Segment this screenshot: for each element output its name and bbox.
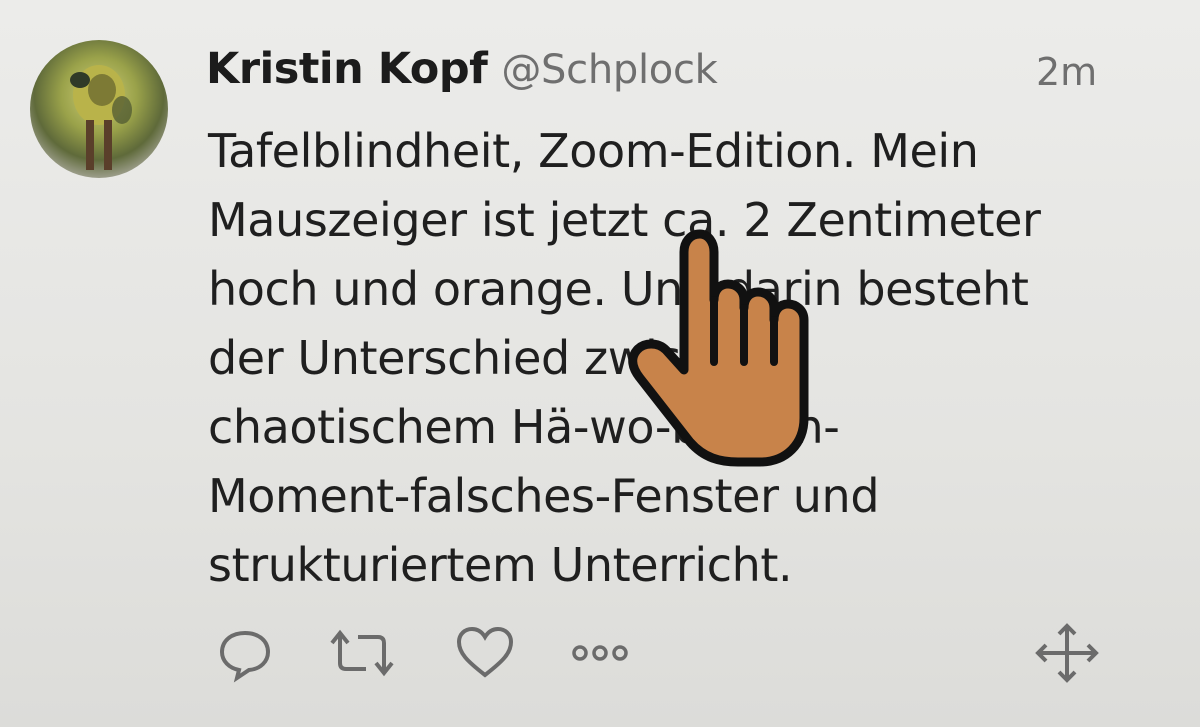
reply-button[interactable] (210, 620, 280, 686)
tweet-screen: Kristin Kopf @Schplock 2m Tafelblindheit… (0, 0, 1200, 727)
avatar[interactable] (30, 40, 168, 178)
retweet-icon (330, 629, 394, 677)
reply-icon (219, 630, 271, 683)
heart-icon (456, 626, 514, 678)
move-icon (1035, 623, 1099, 683)
more-button[interactable] (565, 620, 635, 686)
avatar-image (70, 65, 132, 170)
like-button[interactable] (450, 620, 520, 686)
timestamp[interactable]: 2m (1036, 50, 1097, 94)
retweet-button[interactable] (322, 620, 402, 686)
author-name[interactable]: Kristin Kopf (206, 44, 488, 94)
author-handle[interactable]: @Schplock (501, 47, 717, 93)
tweet-header: Kristin Kopf @Schplock (206, 44, 718, 104)
move-button[interactable] (1030, 620, 1104, 686)
more-icon (572, 645, 628, 661)
tweet-text: Tafelblindheit, Zoom-Edition. Mein Mausz… (208, 124, 1041, 592)
tweet-actions (210, 620, 1110, 690)
